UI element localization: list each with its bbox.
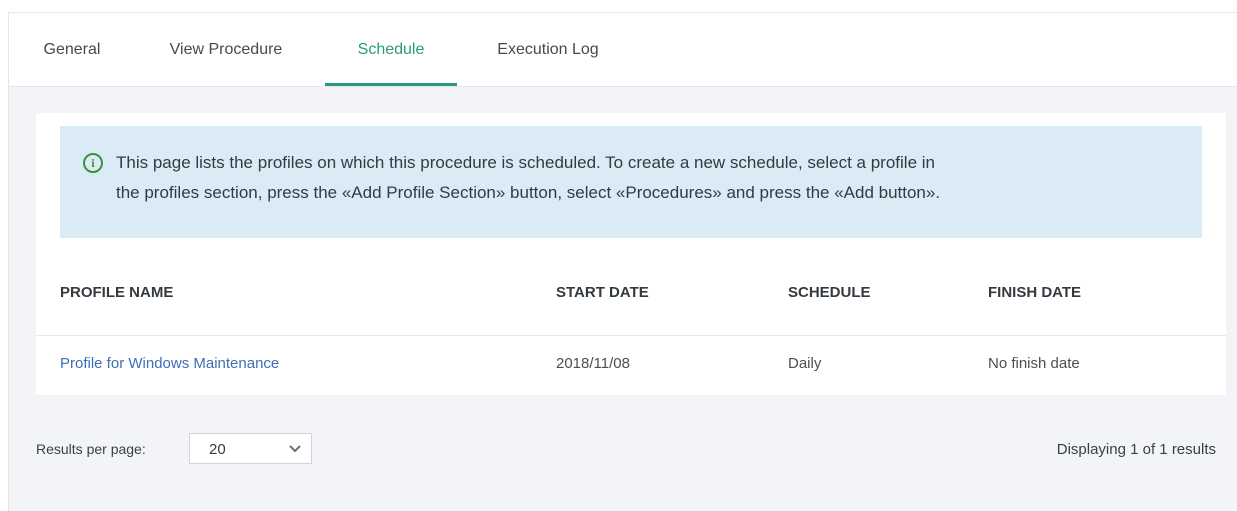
tab-execution-log[interactable]: Execution Log [483, 13, 613, 86]
results-per-page-label: Results per page: [36, 441, 146, 457]
column-header-finish-date[interactable]: FINISH DATE [988, 284, 1081, 301]
results-per-page-value: 20 [209, 441, 226, 458]
schedule-cell: Daily [788, 355, 822, 372]
column-header-start-date[interactable]: START DATE [556, 284, 649, 301]
results-summary: Displaying 1 of 1 results [1056, 441, 1216, 458]
column-header-profile-name[interactable]: PROFILE NAME [60, 284, 173, 301]
profile-name-link[interactable]: Profile for Windows Maintenance [60, 355, 279, 372]
results-per-page-select[interactable]: 20 [189, 433, 312, 464]
info-banner: i This page lists the profiles on which … [60, 126, 1202, 238]
tab-bar: General View Procedure Schedule Executio… [9, 13, 1237, 87]
info-text-line-2: the profiles section, press the «Add Pro… [116, 183, 941, 202]
info-text-line-1: This page lists the profiles on which th… [116, 153, 935, 172]
start-date-cell: 2018/11/08 [556, 355, 630, 372]
procedure-details-frame: General View Procedure Schedule Executio… [8, 12, 1237, 511]
finish-date-cell: No finish date [988, 355, 1080, 372]
info-text: This page lists the profiles on which th… [116, 148, 1186, 208]
column-header-schedule[interactable]: SCHEDULE [788, 284, 871, 301]
tab-view-procedure[interactable]: View Procedure [155, 13, 297, 86]
chevron-down-icon [289, 445, 301, 453]
table-divider [36, 335, 1226, 336]
tab-general[interactable]: General [35, 13, 109, 86]
schedule-panel: i This page lists the profiles on which … [36, 113, 1226, 395]
tab-schedule[interactable]: Schedule [325, 13, 457, 86]
info-icon: i [83, 153, 103, 173]
